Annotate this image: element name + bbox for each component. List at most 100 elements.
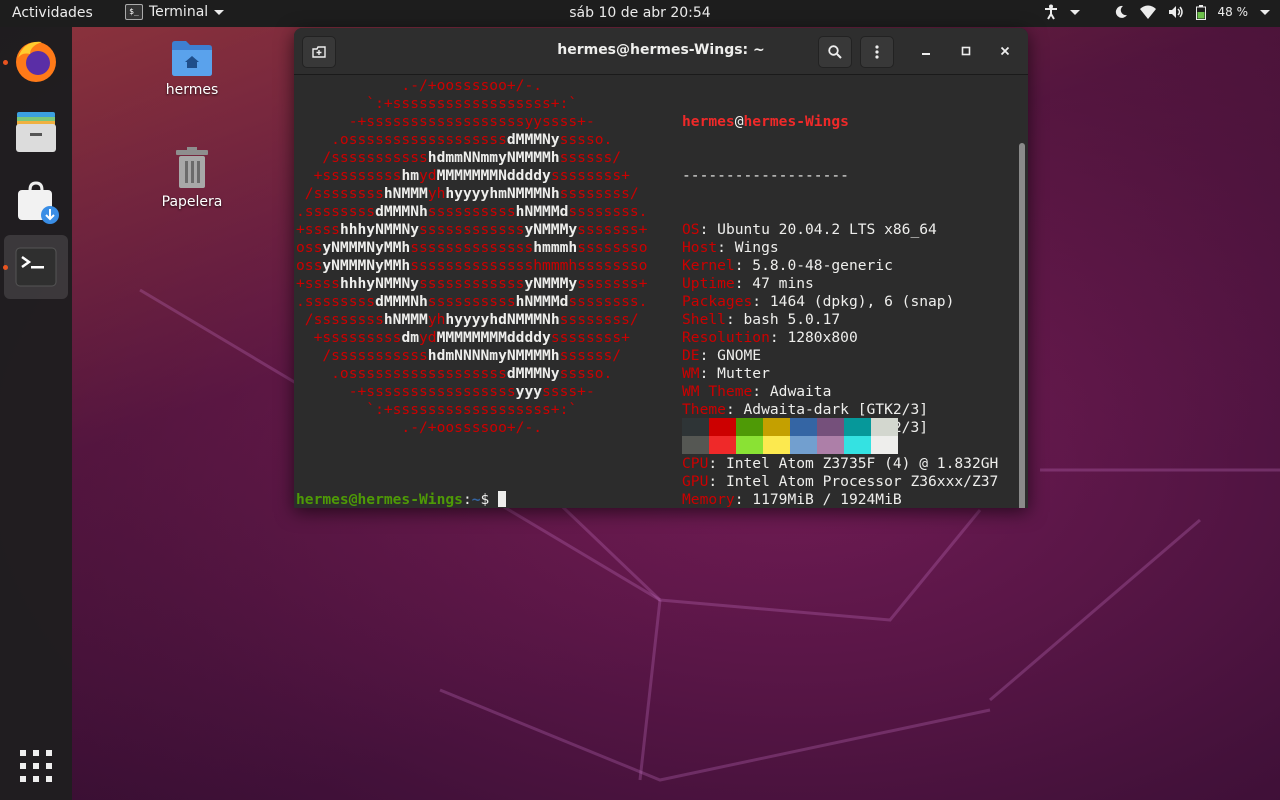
terminal-app-icon: $_ [125, 4, 143, 20]
terminal-headerbar[interactable]: hermes@hermes-Wings: ~ [294, 28, 1028, 75]
ascii-segment: ssssssss/ [559, 185, 674, 202]
info-key: OS [682, 221, 700, 238]
files-icon [16, 112, 56, 152]
ascii-segment: oss [296, 239, 323, 256]
ascii-line: .ssssssssdMMMNhsssssssssshNMMMdssssssss. [296, 203, 674, 221]
ascii-segment: `:+ssssssssssssssssss+:` [296, 95, 674, 112]
ascii-segment: hhhyNMMNy [339, 275, 420, 292]
info-key: Resolution [682, 329, 770, 346]
palette-swatch [817, 418, 844, 436]
color-palette [682, 418, 898, 454]
ascii-segment: .-/+oossssoo+/-. [296, 77, 674, 94]
ascii-line: /sssssssshNMMMyhhyyyyhdNMMMNhssssssss/ [296, 311, 674, 329]
home-folder-icon [172, 41, 212, 76]
info-line: Host: Wings [682, 239, 779, 256]
show-apps-button[interactable] [19, 749, 53, 787]
chevron-down-icon [214, 9, 225, 15]
night-light-icon[interactable] [1114, 5, 1128, 19]
ascii-line: +sssshhhyNMMNyssssssssssssyNMMMysssssss+ [296, 221, 674, 239]
terminal-window[interactable]: hermes@hermes-Wings: ~ .-/+oossssoo+/-. … [294, 28, 1028, 508]
ascii-line: +sssshhhyNMMNyssssssssssssyNMMMysssssss+ [296, 275, 674, 293]
prompt-symbol: $ [480, 491, 499, 508]
desktop-icon-home[interactable]: hermes [144, 38, 240, 98]
ascii-line: -+ssssssssssssssssssyyssss+- [296, 113, 674, 131]
system-tray[interactable]: 48 % [1044, 4, 1270, 20]
ascii-segment: yd [419, 329, 437, 346]
info-value: Adwaita [769, 383, 832, 400]
chevron-down-icon[interactable] [1069, 9, 1080, 15]
palette-swatch [736, 436, 763, 454]
ascii-segment: MMMMMMMMddddy [436, 329, 551, 346]
ascii-line: .-/+oossssoo+/-. [296, 419, 674, 437]
info-key: Theme [682, 401, 726, 418]
info-key: Kernel [682, 257, 735, 274]
chevron-down-icon[interactable] [1260, 9, 1270, 15]
ascii-segment: ssssssssss [427, 293, 516, 310]
trash-icon [176, 147, 208, 188]
minimize-button[interactable] [912, 36, 940, 66]
clock[interactable]: sáb 10 de abr 20:54 [569, 5, 710, 21]
ascii-segment: /sssssssssss [296, 149, 428, 166]
battery-icon[interactable] [1195, 4, 1206, 20]
prompt-colon: : [462, 491, 472, 508]
palette-swatch [790, 436, 817, 454]
scrollbar[interactable] [1019, 143, 1025, 508]
shell-prompt[interactable]: hermes@hermes-Wings:~$ [296, 491, 507, 508]
dock-item-files[interactable] [4, 100, 68, 164]
maximize-button[interactable] [952, 36, 980, 66]
close-button[interactable] [991, 36, 1019, 66]
ascii-line: `:+ssssssssssssssssss+:` [296, 401, 674, 419]
palette-swatch [871, 418, 898, 436]
info-value: 1280x800 [787, 329, 858, 346]
ascii-segment: /ssssssss [296, 185, 384, 202]
search-button[interactable] [818, 36, 852, 68]
info-host: hermes-Wings [743, 113, 849, 130]
info-line: WM: Mutter [682, 365, 770, 382]
ascii-segment: dMMMNh [375, 203, 428, 220]
maximize-icon [961, 46, 971, 56]
info-key: CPU [682, 455, 709, 472]
ascii-line: `:+ssssssssssssssssss+:` [296, 95, 674, 113]
ascii-segment: dMMMNh [375, 293, 428, 310]
volume-icon[interactable] [1168, 5, 1184, 19]
dock-item-firefox[interactable] [3, 30, 68, 94]
activities-button[interactable]: Actividades [12, 5, 93, 21]
palette-swatch [844, 418, 871, 436]
info-key: Uptime [682, 275, 735, 292]
palette-row-bright [682, 436, 898, 454]
ascii-segment: ssssssssssss [419, 275, 525, 292]
ascii-segment: -+sssssssssssssssss [296, 383, 516, 400]
battery-percentage: 48 % [1217, 5, 1249, 19]
software-icon [18, 181, 59, 224]
ascii-segment: yh [427, 311, 446, 328]
menu-button[interactable] [860, 36, 894, 68]
info-value: 5.8.0-48-generic [752, 257, 893, 274]
info-value: 1179MiB / 1924MiB [752, 491, 902, 508]
terminal-output[interactable]: .-/+oossssoo+/-. `:+ssssssssssssssssss+:… [294, 75, 1028, 508]
apps-grid-icon [20, 750, 52, 782]
dock-item-software[interactable] [4, 170, 68, 234]
ascii-segment: ssssssss. [568, 203, 674, 220]
ascii-segment: ssssssss. [568, 293, 674, 310]
ascii-segment: yyy [515, 383, 543, 400]
wifi-icon[interactable] [1139, 5, 1156, 19]
ascii-segment: hhhyNMMNy [339, 221, 420, 238]
dock-item-terminal[interactable] [3, 235, 68, 299]
prompt-path: ~ [471, 491, 481, 508]
info-line: Theme: Adwaita-dark [GTK2/3] [682, 401, 929, 418]
desktop-icon-trash[interactable]: Papelera [144, 146, 240, 210]
ascii-segment: oss [296, 257, 323, 274]
ascii-line: /ssssssssssshdmmNNmmyNMMMMhssssss/ [296, 149, 674, 167]
minimize-icon [922, 53, 930, 55]
info-line: Uptime: 47 mins [682, 275, 814, 292]
info-value: Mutter [717, 365, 770, 382]
accessibility-icon[interactable] [1044, 4, 1058, 20]
ascii-segment: dm [401, 329, 420, 346]
app-menu[interactable]: $_ Terminal [125, 4, 225, 20]
ascii-segment: +ssss [296, 275, 340, 292]
ascii-segment: hdmmNNmmyNMMMMh [427, 149, 560, 166]
info-user: hermes [682, 113, 735, 130]
search-icon [828, 45, 842, 59]
ascii-segment: yh [427, 185, 446, 202]
ascii-segment: dMMMNy [506, 365, 560, 382]
